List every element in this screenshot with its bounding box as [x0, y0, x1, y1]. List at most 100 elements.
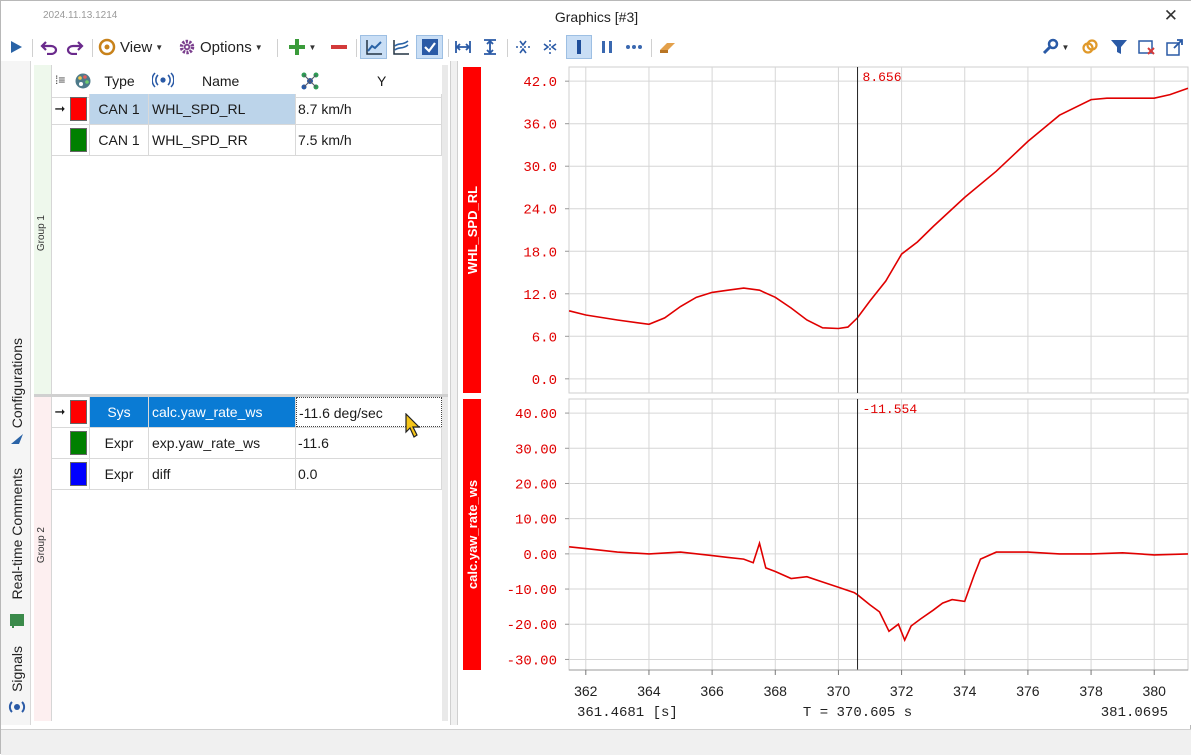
- export-icon: [1166, 39, 1183, 56]
- cursor-icon: [516, 40, 530, 54]
- tab-real-time-comments[interactable]: Real-time Comments: [5, 459, 29, 609]
- color-swatch-cell[interactable]: [68, 397, 90, 427]
- y-tick-label: 18.0: [523, 245, 557, 261]
- color-swatch[interactable]: [70, 400, 87, 424]
- y-axis-label: calc.yaw_rate_ws: [465, 480, 480, 589]
- more-button[interactable]: [622, 35, 646, 59]
- filter-button[interactable]: [1107, 35, 1131, 59]
- options-menu-button[interactable]: Options ▼: [178, 35, 272, 59]
- add-signal-button[interactable]: ▼: [282, 35, 322, 59]
- pause-button[interactable]: [595, 35, 619, 59]
- group-1-scrollbar[interactable]: [442, 65, 448, 394]
- close-button[interactable]: ✕: [1164, 6, 1178, 26]
- color-swatch-cell[interactable]: [68, 459, 90, 489]
- line-chart-toggle[interactable]: [360, 35, 387, 59]
- fit-y-button[interactable]: [478, 35, 502, 59]
- chevron-down-icon: ▼: [1061, 42, 1070, 52]
- group-2-label: Group 2: [36, 527, 47, 564]
- group-2-signal-table: ➞ Sys calc.yaw_rate_ws -11.6 deg/sec Exp…: [52, 397, 445, 721]
- signal-value: 0.0: [296, 459, 442, 489]
- color-swatch-cell[interactable]: [68, 428, 90, 458]
- show-values-toggle[interactable]: [416, 35, 443, 59]
- x-tick-label: 362: [574, 683, 598, 699]
- play-icon: [11, 41, 22, 53]
- color-swatch-cell[interactable]: [68, 94, 90, 124]
- group-2-strip[interactable]: Group 2: [34, 397, 52, 721]
- side-tab-bar: Configurations Real-time Comments Signal…: [1, 61, 31, 725]
- second-cursor-button[interactable]: [538, 35, 562, 59]
- link-button[interactable]: [1078, 35, 1102, 59]
- y-tick-label: 0.0: [532, 373, 557, 389]
- y-tick-label: 36.0: [523, 118, 557, 134]
- row-marker: [52, 459, 68, 489]
- signal-row-calc-yaw-rate-ws[interactable]: ➞ Sys calc.yaw_rate_ws -11.6 deg/sec: [52, 397, 442, 428]
- tab-real-time-comments-label: Real-time Comments: [9, 468, 25, 600]
- x-cursor-time-label: T = 370.605 s: [803, 705, 912, 721]
- color-swatch[interactable]: [70, 97, 87, 121]
- color-swatch[interactable]: [70, 128, 87, 152]
- y-tick-label: 24.0: [523, 203, 557, 219]
- redo-button[interactable]: [63, 35, 87, 59]
- panel-splitter[interactable]: [450, 61, 458, 725]
- separator: [651, 39, 652, 57]
- play-button[interactable]: [5, 35, 27, 59]
- column-header-name[interactable]: Name: [202, 73, 239, 89]
- y-tick-label: 20.00: [515, 477, 557, 493]
- column-header-y[interactable]: Y: [377, 73, 386, 89]
- y-axis-label: WHL_SPD_RL: [465, 186, 480, 274]
- y-tick-label: 10.00: [515, 513, 557, 529]
- group-1-strip[interactable]: Group 1: [34, 65, 52, 395]
- signal-row-exp-yaw-rate-ws[interactable]: Expr exp.yaw_rate_ws -11.6: [52, 428, 442, 459]
- y-tick-label: -30.00: [507, 653, 557, 669]
- x-tick-label: 364: [637, 683, 661, 699]
- add-icon: [288, 39, 305, 55]
- column-menu-icon[interactable]: ⁞≡: [55, 73, 65, 87]
- chart-area[interactable]: WHL_SPD_RL 42.0 36.0 30.0 24.0 18.0 12.0 6.0 0.0…: [459, 61, 1191, 725]
- pause-icon: [602, 41, 612, 53]
- signal-row-diff[interactable]: Expr diff 0.0: [52, 459, 442, 490]
- signal-row-whl-spd-rr[interactable]: CAN 1 WHL_SPD_RR 7.5 km/h: [52, 125, 442, 156]
- cursor-mode-button[interactable]: [511, 35, 535, 59]
- group-2-scrollbar[interactable]: [442, 397, 448, 721]
- x-tick-label: 376: [1016, 683, 1040, 699]
- stacked-chart-toggle[interactable]: [389, 35, 413, 59]
- color-swatch[interactable]: [70, 431, 87, 455]
- plot-frame: [568, 398, 1189, 671]
- undo-button[interactable]: [37, 35, 61, 59]
- wrench-icon: [1042, 38, 1058, 55]
- row-marker: [52, 428, 68, 458]
- filter-icon: [1111, 40, 1127, 54]
- view-menu-button[interactable]: View ▼: [98, 35, 170, 59]
- active-row-arrow-icon: ➞: [54, 404, 66, 419]
- signal-row-whl-spd-rl[interactable]: ➞ CAN 1 WHL_SPD_RL 8.7 km/h: [52, 94, 442, 125]
- export-button[interactable]: [1163, 35, 1187, 59]
- cursor-value-label: 8.656: [863, 70, 902, 85]
- fit-x-button[interactable]: [451, 35, 475, 59]
- signal-type: CAN 1: [90, 94, 149, 124]
- chevron-down-icon: ▼: [155, 42, 164, 52]
- view-label: View: [120, 38, 153, 56]
- separator: [448, 39, 449, 57]
- remove-signal-button[interactable]: [328, 35, 350, 59]
- settings-menu-button[interactable]: ▼: [1037, 35, 1073, 59]
- options-label: Options: [200, 38, 252, 56]
- tab-signals[interactable]: Signals: [5, 639, 29, 699]
- color-swatch-cell[interactable]: [68, 125, 90, 155]
- row-marker: [52, 125, 68, 155]
- eraser-button[interactable]: [656, 35, 680, 59]
- clear-filter-icon: [1138, 40, 1155, 55]
- bar-cursor-toggle[interactable]: [566, 35, 592, 59]
- column-header-type[interactable]: Type: [90, 73, 149, 89]
- color-swatch[interactable]: [70, 462, 87, 486]
- remove-icon: [331, 45, 347, 49]
- chart-svg[interactable]: WHL_SPD_RL 42.0 36.0 30.0 24.0 18.0 12.0 6.0 0.0…: [459, 61, 1191, 725]
- y-tick-label: 40.00: [515, 407, 557, 423]
- clear-filter-button[interactable]: [1135, 35, 1159, 59]
- fit-y-icon: [484, 39, 496, 55]
- y-tick-label: 30.0: [523, 160, 557, 176]
- tab-configurations[interactable]: Configurations: [5, 323, 29, 443]
- x-tick-label: 378: [1079, 683, 1103, 699]
- signal-type: Expr: [90, 428, 149, 458]
- signal-value: 7.5 km/h: [296, 125, 442, 155]
- chevron-down-icon: ▼: [308, 42, 317, 52]
